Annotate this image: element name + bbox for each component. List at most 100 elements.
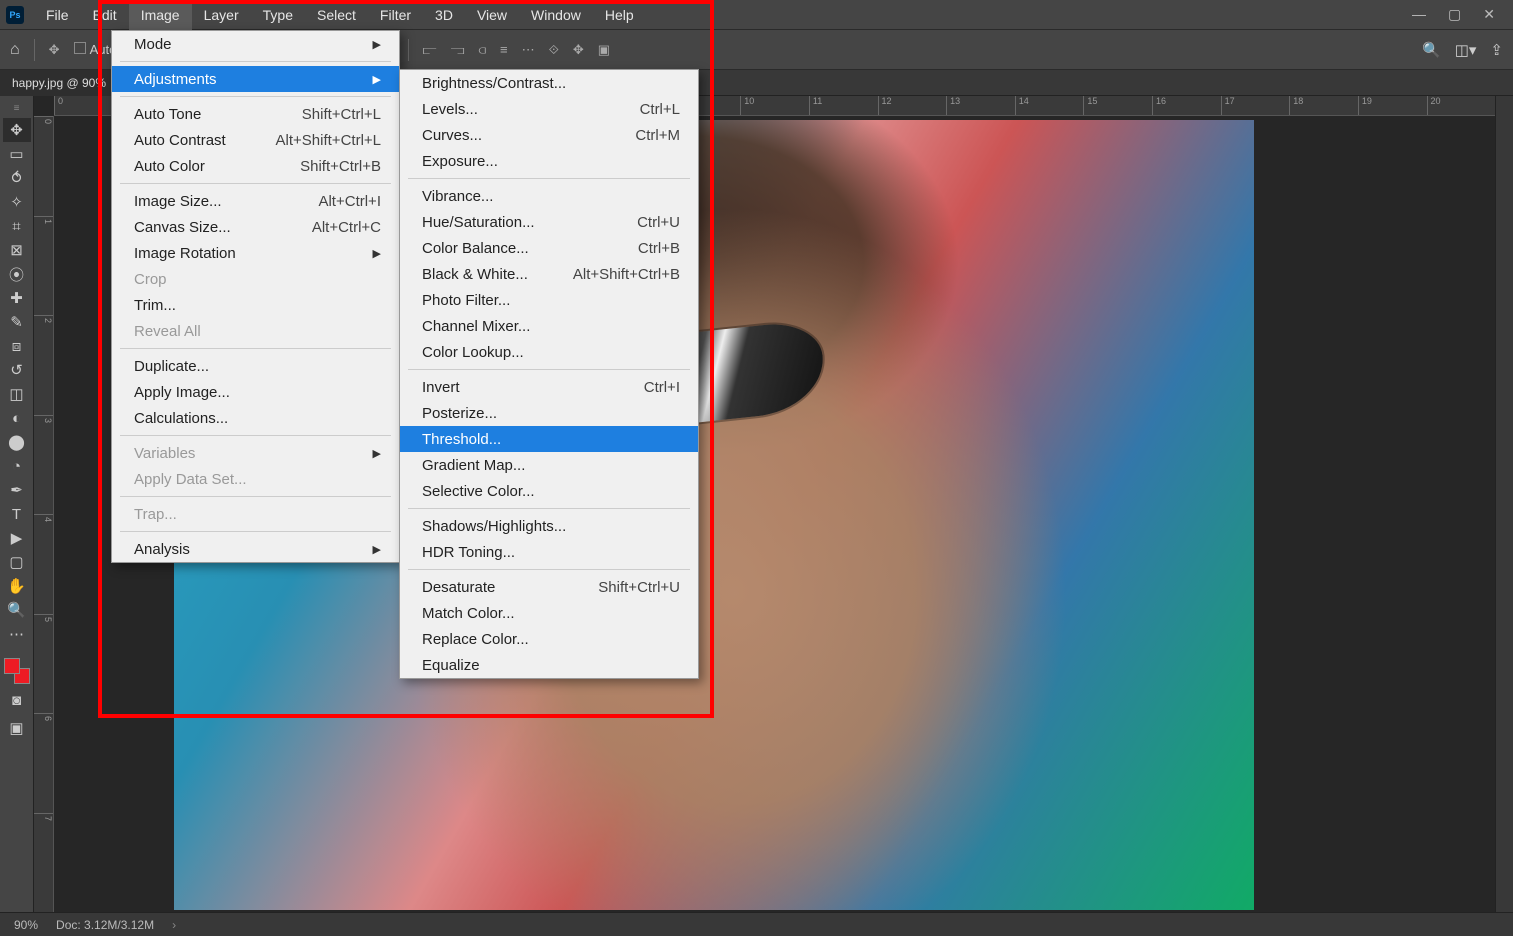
adjustments-menu-item-threshold[interactable]: Threshold... bbox=[400, 426, 698, 452]
more-tool[interactable]: ⋯ bbox=[3, 622, 31, 646]
zoom-level[interactable]: 90% bbox=[14, 918, 38, 932]
adjustments-menu-item-selective-color[interactable]: Selective Color... bbox=[400, 478, 698, 504]
image-menu-item-auto-color[interactable]: Auto ColorShift+Ctrl+B bbox=[112, 153, 399, 179]
pen-tool[interactable]: ✒ bbox=[3, 478, 31, 502]
path-select-tool[interactable]: ▶ bbox=[3, 526, 31, 550]
adjustments-menu-item-replace-color[interactable]: Replace Color... bbox=[400, 626, 698, 652]
adjustments-menu-item-desaturate[interactable]: DesaturateShift+Ctrl+U bbox=[400, 574, 698, 600]
window-controls: — ▢ ✕ bbox=[1412, 6, 1507, 23]
menu-3d[interactable]: 3D bbox=[423, 0, 465, 30]
menu-item-label: Desaturate bbox=[422, 579, 568, 596]
move-tool-icon[interactable]: ✥ bbox=[49, 42, 60, 58]
move-tool[interactable]: ✥ bbox=[3, 118, 31, 142]
adjustments-menu-item-match-color[interactable]: Match Color... bbox=[400, 600, 698, 626]
align-center-icon[interactable]: ⫎ bbox=[451, 42, 465, 58]
type-tool[interactable]: T bbox=[3, 502, 31, 526]
marquee-tool[interactable]: ▭ bbox=[3, 142, 31, 166]
toolbox-grip[interactable]: ≡ bbox=[3, 102, 31, 114]
minimize-icon[interactable]: — bbox=[1412, 6, 1426, 23]
menu-view[interactable]: View bbox=[465, 0, 519, 30]
share-icon[interactable]: ⇪ bbox=[1490, 41, 1503, 59]
adjustments-menu-item-equalize[interactable]: Equalize bbox=[400, 652, 698, 678]
more-align-icon[interactable]: ⋯ bbox=[522, 42, 535, 58]
menu-window[interactable]: Window bbox=[519, 0, 593, 30]
image-menu-item-calculations[interactable]: Calculations... bbox=[112, 405, 399, 431]
image-menu-item-auto-tone[interactable]: Auto ToneShift+Ctrl+L bbox=[112, 101, 399, 127]
dodge-tool[interactable]: ◔ bbox=[3, 454, 31, 478]
workspace-icon[interactable]: ◫▾ bbox=[1455, 41, 1477, 59]
adjustments-menu-item-color-lookup[interactable]: Color Lookup... bbox=[400, 339, 698, 365]
menu-select[interactable]: Select bbox=[305, 0, 368, 30]
menu-filter[interactable]: Filter bbox=[368, 0, 423, 30]
maximize-icon[interactable]: ▢ bbox=[1448, 6, 1461, 23]
adjustments-menu-item-hue-saturation[interactable]: Hue/Saturation...Ctrl+U bbox=[400, 209, 698, 235]
adjustments-menu-item-channel-mixer[interactable]: Channel Mixer... bbox=[400, 313, 698, 339]
image-menu-item-duplicate[interactable]: Duplicate... bbox=[112, 353, 399, 379]
healing-tool[interactable]: ✚ bbox=[3, 286, 31, 310]
brush-tool[interactable]: ✎ bbox=[3, 310, 31, 334]
foreground-color[interactable] bbox=[4, 658, 20, 674]
stamp-tool[interactable]: ⧈ bbox=[3, 334, 31, 358]
distribute-icon[interactable]: ≡ bbox=[500, 42, 508, 57]
image-menu-item-auto-contrast[interactable]: Auto ContrastAlt+Shift+Ctrl+L bbox=[112, 127, 399, 153]
3d-mode-icon[interactable]: ⟐ bbox=[549, 42, 559, 58]
lasso-tool[interactable]: ⥀ bbox=[3, 166, 31, 190]
shape-tool[interactable]: ▢ bbox=[3, 550, 31, 574]
menu-file[interactable]: File bbox=[34, 0, 81, 30]
adjustments-menu-item-black-white[interactable]: Black & White...Alt+Shift+Ctrl+B bbox=[400, 261, 698, 287]
menu-layer[interactable]: Layer bbox=[192, 0, 251, 30]
color-swatch[interactable] bbox=[4, 658, 30, 684]
menu-edit[interactable]: Edit bbox=[81, 0, 129, 30]
menu-image[interactable]: Image bbox=[129, 0, 192, 30]
image-menu-item-analysis[interactable]: Analysis▶ bbox=[112, 536, 399, 562]
menu-help[interactable]: Help bbox=[593, 0, 646, 30]
image-menu-item-reveal-all: Reveal All bbox=[112, 318, 399, 344]
image-menu-item-trim[interactable]: Trim... bbox=[112, 292, 399, 318]
quickmask-icon[interactable]: ◙ bbox=[3, 688, 31, 712]
adjustments-menu-item-hdr-toning[interactable]: HDR Toning... bbox=[400, 539, 698, 565]
adjustments-menu-item-vibrance[interactable]: Vibrance... bbox=[400, 183, 698, 209]
adjustments-menu-item-gradient-map[interactable]: Gradient Map... bbox=[400, 452, 698, 478]
adjustments-menu-item-exposure[interactable]: Exposure... bbox=[400, 148, 698, 174]
adjustments-menu-item-color-balance[interactable]: Color Balance...Ctrl+B bbox=[400, 235, 698, 261]
adjustments-menu-item-curves[interactable]: Curves...Ctrl+M bbox=[400, 122, 698, 148]
image-menu-item-mode[interactable]: Mode▶ bbox=[112, 31, 399, 57]
chevron-right-icon[interactable]: › bbox=[172, 918, 176, 932]
align-right-icon[interactable]: ⫏ bbox=[478, 42, 486, 58]
close-icon[interactable]: ✕ bbox=[1483, 6, 1495, 23]
adjustments-menu-item-shadows-highlights[interactable]: Shadows/Highlights... bbox=[400, 513, 698, 539]
right-panel-dock[interactable] bbox=[1495, 96, 1513, 912]
menu-item-label: Shadows/Highlights... bbox=[422, 518, 680, 535]
align-left-icon[interactable]: ⫍ bbox=[423, 42, 437, 58]
gradient-tool[interactable]: ◐ bbox=[3, 406, 31, 430]
home-icon[interactable]: ⌂ bbox=[10, 41, 20, 59]
image-menu-item-apply-image[interactable]: Apply Image... bbox=[112, 379, 399, 405]
zoom-tool[interactable]: 🔍 bbox=[3, 598, 31, 622]
adjustments-menu-item-brightness-contrast[interactable]: Brightness/Contrast... bbox=[400, 70, 698, 96]
image-menu-item-adjustments[interactable]: Adjustments▶ bbox=[112, 66, 399, 92]
document-info[interactable]: Doc: 3.12M/3.12M bbox=[56, 918, 154, 932]
image-menu-item-image-size[interactable]: Image Size...Alt+Ctrl+I bbox=[112, 188, 399, 214]
frame-tool[interactable]: ⊠ bbox=[3, 238, 31, 262]
image-menu-item-image-rotation[interactable]: Image Rotation▶ bbox=[112, 240, 399, 266]
menu-item-shortcut: Shift+Ctrl+B bbox=[300, 158, 381, 175]
blur-tool[interactable]: ⬤ bbox=[3, 430, 31, 454]
adjustments-menu-item-photo-filter[interactable]: Photo Filter... bbox=[400, 287, 698, 313]
eyedropper-tool[interactable]: ⦿ bbox=[3, 262, 31, 286]
eraser-tool[interactable]: ◫ bbox=[3, 382, 31, 406]
menu-item-shortcut: Ctrl+I bbox=[644, 379, 680, 396]
history-brush-tool[interactable]: ↺ bbox=[3, 358, 31, 382]
pivot-icon[interactable]: ✥ bbox=[573, 42, 584, 58]
adjustments-menu-item-levels[interactable]: Levels...Ctrl+L bbox=[400, 96, 698, 122]
adjustments-menu-item-invert[interactable]: InvertCtrl+I bbox=[400, 374, 698, 400]
crop-tool[interactable]: ⌗ bbox=[3, 214, 31, 238]
wand-tool[interactable]: ✧ bbox=[3, 190, 31, 214]
image-menu-item-canvas-size[interactable]: Canvas Size...Alt+Ctrl+C bbox=[112, 214, 399, 240]
screenmode-icon[interactable]: ▣ bbox=[3, 716, 31, 740]
menu-type[interactable]: Type bbox=[251, 0, 305, 30]
camera-icon[interactable]: ▣ bbox=[598, 42, 610, 58]
search-icon[interactable]: 🔍 bbox=[1422, 41, 1441, 59]
hand-tool[interactable]: ✋ bbox=[3, 574, 31, 598]
menu-item-shortcut: Alt+Ctrl+C bbox=[312, 219, 381, 236]
adjustments-menu-item-posterize[interactable]: Posterize... bbox=[400, 400, 698, 426]
